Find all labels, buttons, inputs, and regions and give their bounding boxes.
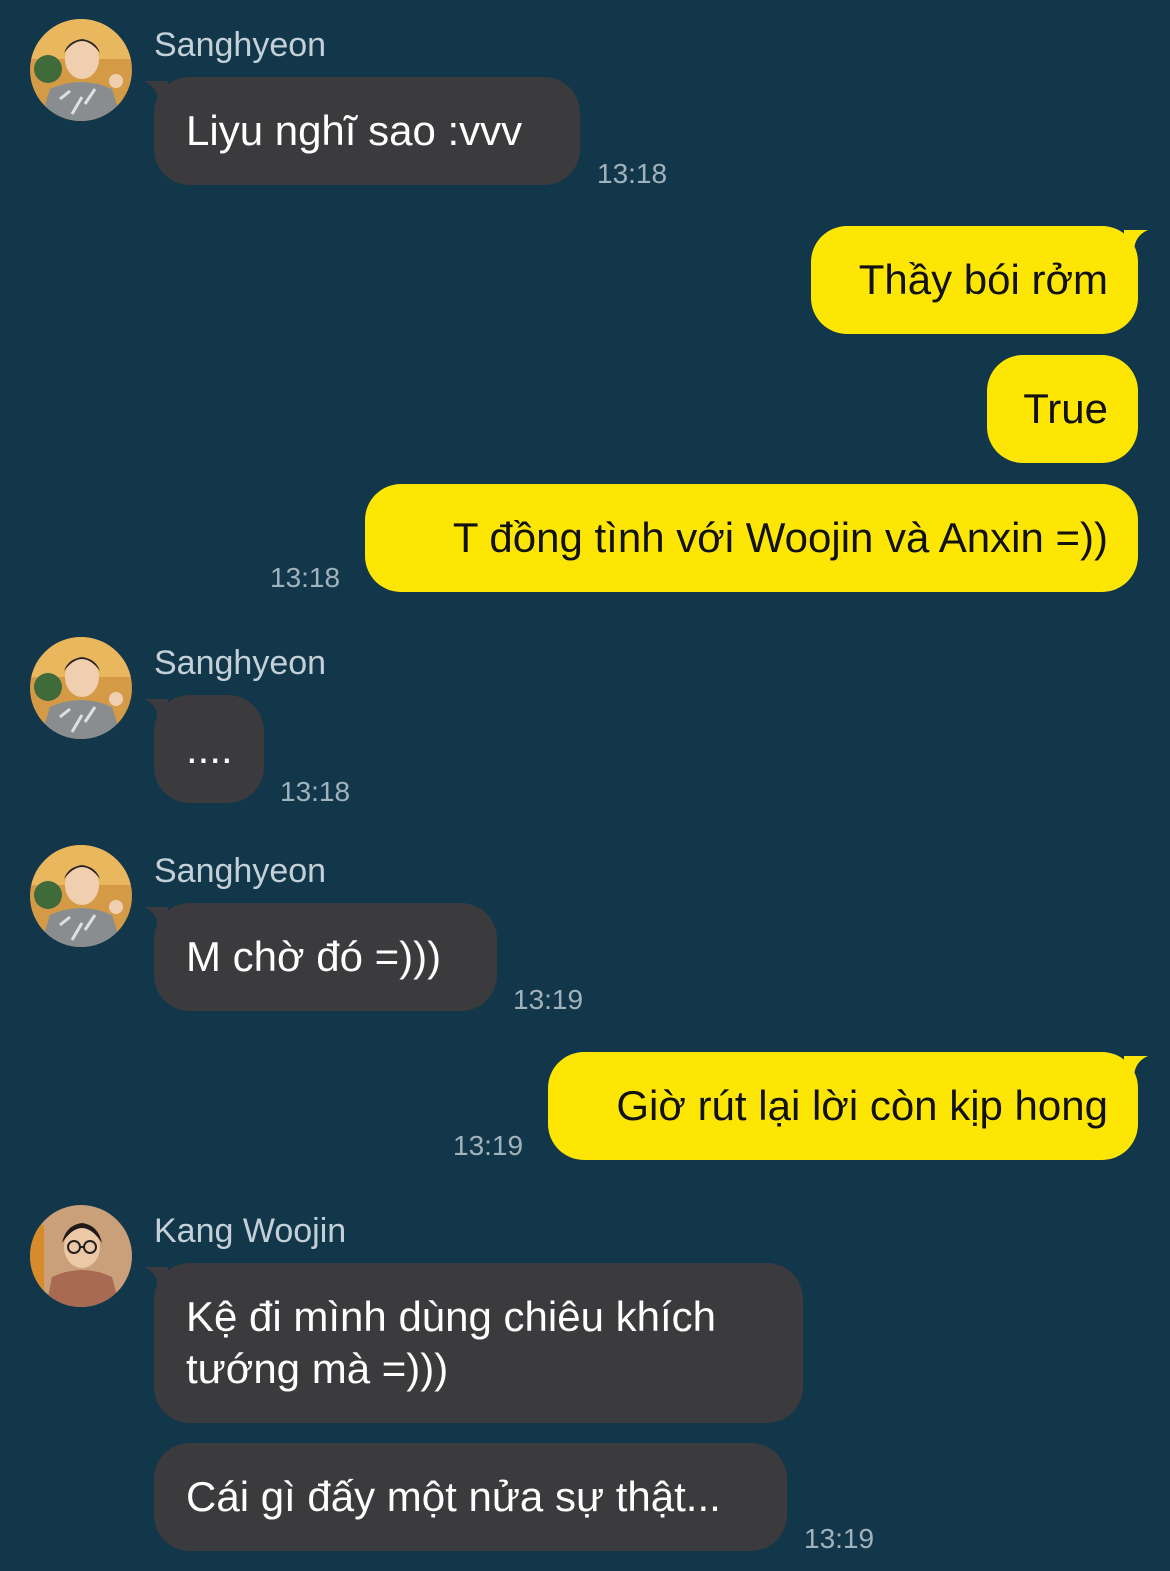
message-timestamp: 13:19 (804, 1523, 875, 1554)
bubble-tail-icon (144, 81, 168, 103)
outgoing-message-bubble[interactable]: Thầy bói rởm (811, 226, 1148, 334)
bubble-tail-icon (144, 1267, 168, 1289)
sender-name: Sanghyeon (154, 644, 327, 682)
message-text: True (1023, 385, 1108, 432)
message-timestamp: 13:19 (453, 1130, 524, 1161)
sender-name: Kang Woojin (154, 1212, 347, 1250)
sender-name: Sanghyeon (154, 26, 327, 64)
outgoing-message-bubble[interactable]: T đồng tình với Woojin và Anxin =)) (365, 484, 1138, 592)
message-text: T đồng tình với Woojin và Anxin =)) (452, 514, 1108, 561)
message-text: Kệ đi mình dùng chiêu khích tướng mà =))… (186, 1293, 717, 1392)
message-text: Giờ rút lại lời còn kịp hong (616, 1082, 1108, 1129)
incoming-message-bubble[interactable]: Kệ đi mình dùng chiêu khích tướng mà =))… (144, 1263, 803, 1423)
sender-name: Sanghyeon (154, 852, 327, 890)
message-timestamp: 13:18 (270, 562, 341, 593)
outgoing-message-bubble[interactable]: Giờ rút lại lời còn kịp hong (548, 1052, 1148, 1160)
message-text: .... (186, 725, 233, 772)
message-text: Liyu nghĩ sao :vvv (186, 107, 523, 154)
message-timestamp: 13:18 (280, 776, 351, 807)
message-timestamp: 13:19 (513, 984, 584, 1015)
incoming-message-bubble[interactable]: M chờ đó =))) (144, 903, 497, 1011)
bubble-tail-icon (144, 699, 168, 721)
incoming-message-bubble[interactable]: .... (144, 695, 264, 803)
incoming-message-bubble[interactable]: Liyu nghĩ sao :vvv (144, 77, 580, 185)
incoming-message-bubble[interactable]: Cái gì đấy một nửa sự thật... (154, 1443, 787, 1551)
message-text: Thầy bói rởm (858, 256, 1108, 303)
outgoing-message-bubble[interactable]: True (987, 355, 1138, 463)
avatar-kang-woojin[interactable] (30, 1205, 132, 1307)
message-timestamp: 13:18 (597, 158, 668, 189)
avatar-sanghyeon[interactable] (30, 19, 132, 121)
bubble-tail-icon (144, 907, 168, 929)
avatar-sanghyeon[interactable] (30, 845, 132, 947)
message-text: M chờ đó =))) (186, 933, 442, 980)
avatar-sanghyeon[interactable] (30, 637, 132, 739)
message-text: Cái gì đấy một nửa sự thật... (186, 1473, 721, 1520)
bubble-tail-icon (1124, 230, 1148, 252)
bubble-tail-icon (1124, 1056, 1148, 1078)
